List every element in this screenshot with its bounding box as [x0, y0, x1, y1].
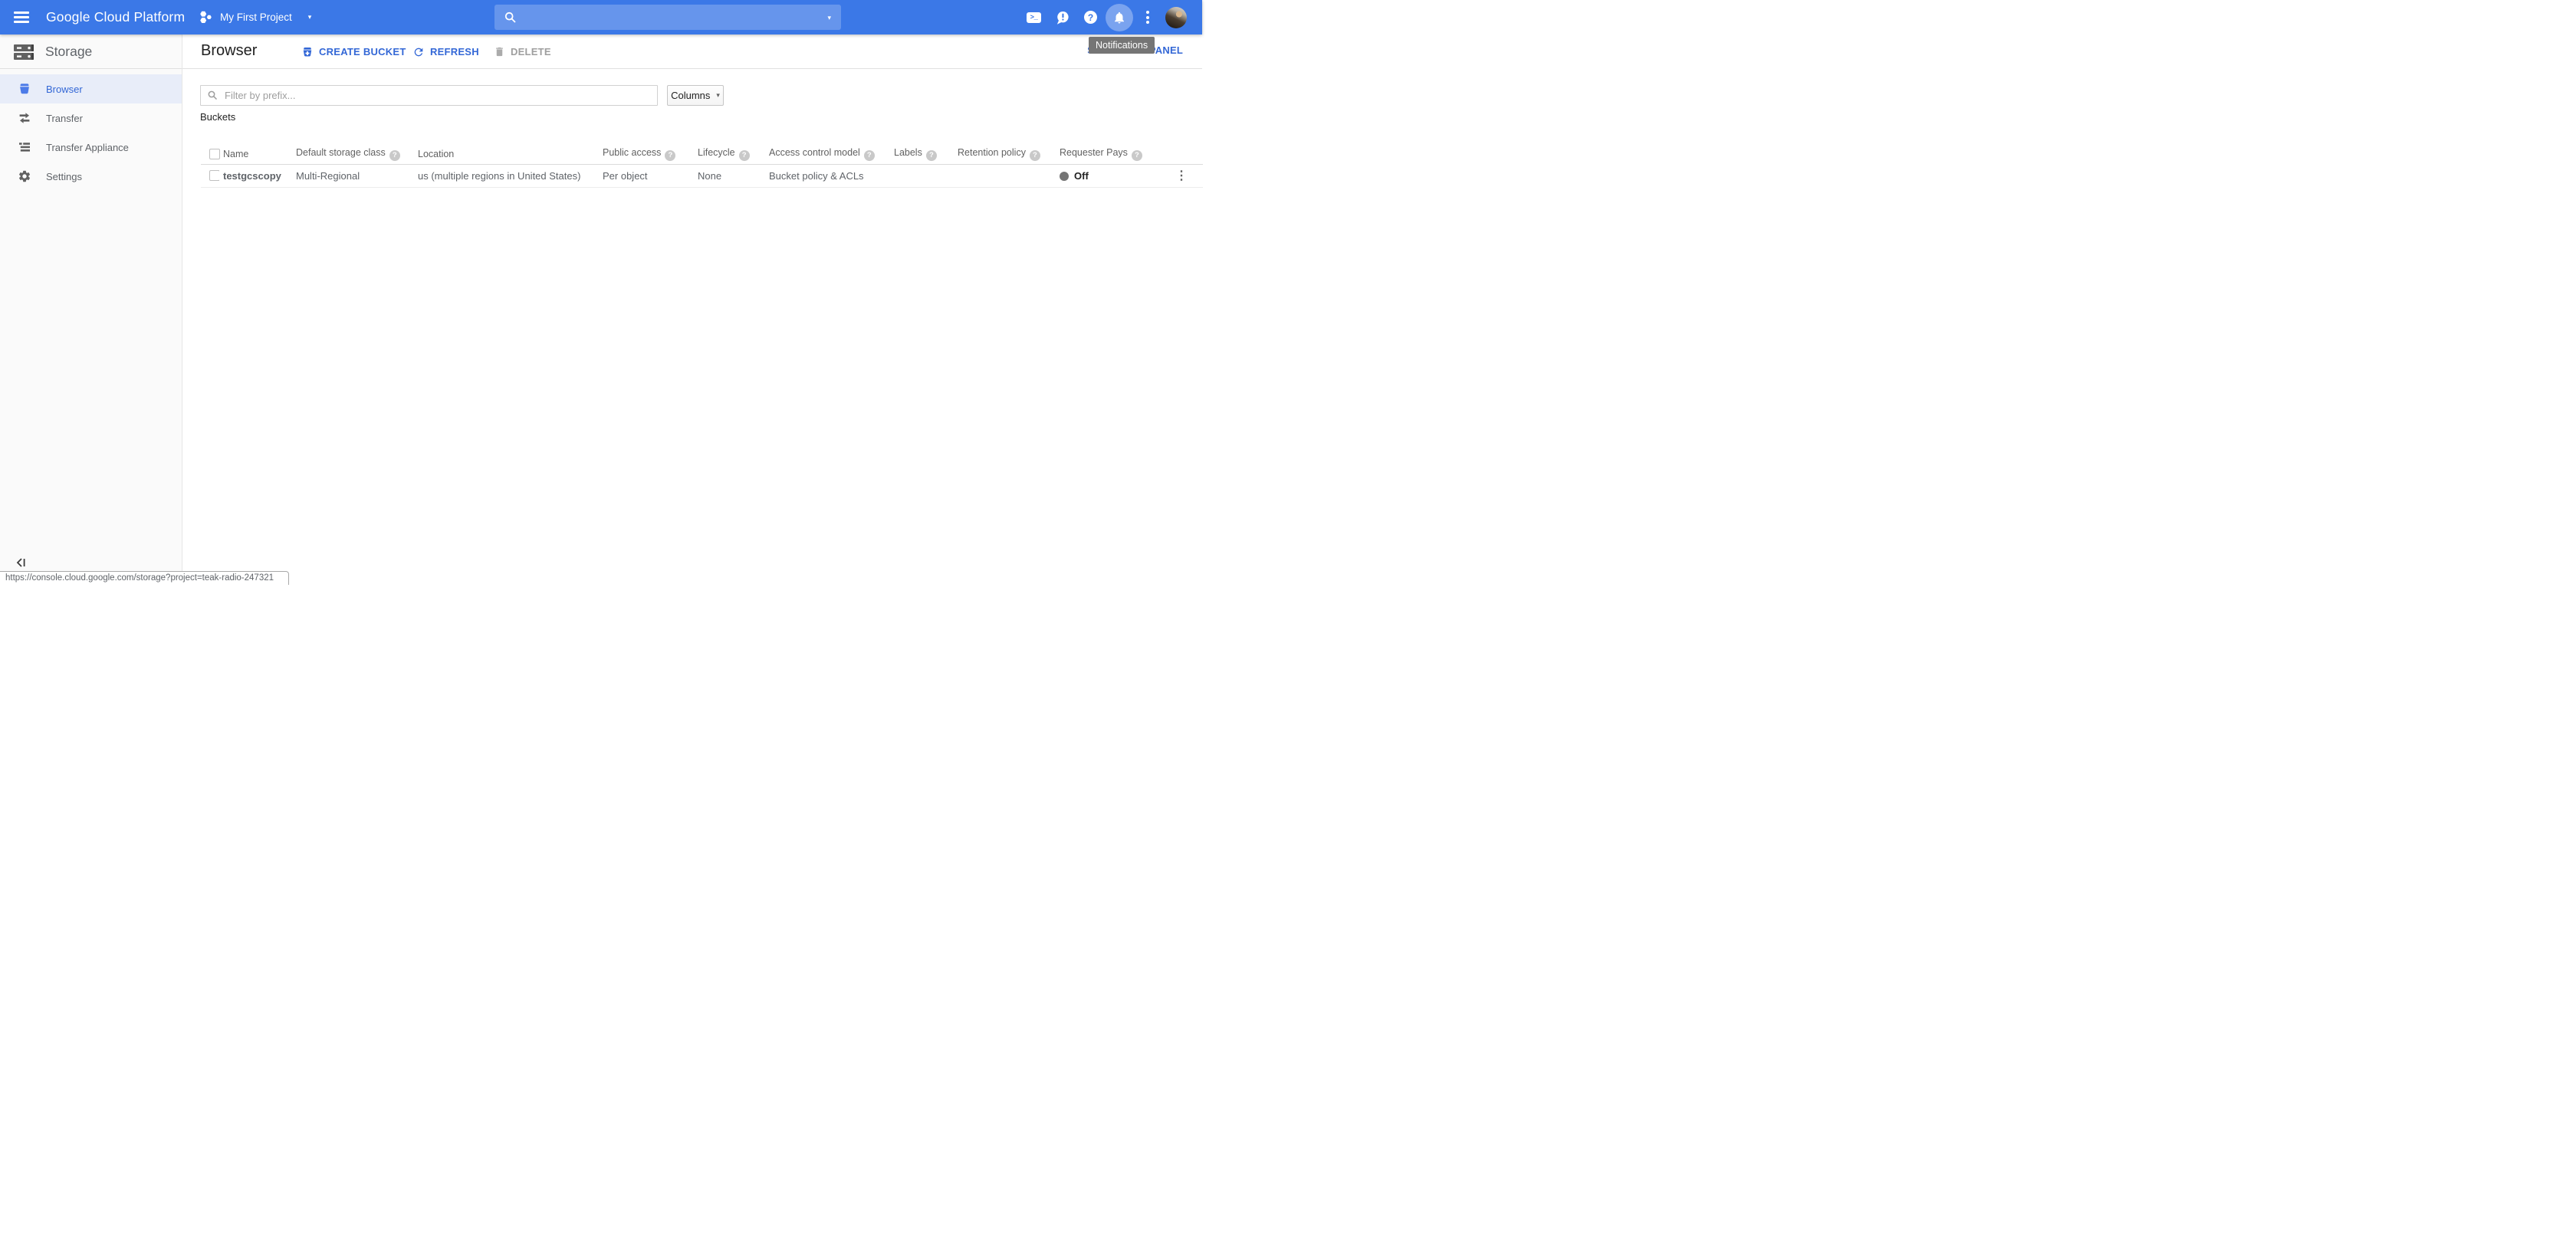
project-hexagons-icon [199, 10, 213, 25]
collapse-sidebar-button[interactable] [15, 556, 28, 573]
help-button[interactable]: ? [1076, 0, 1105, 34]
requester-pays-value: Off [1074, 170, 1089, 182]
column-header-access-control[interactable]: Access control model [769, 147, 860, 158]
cell-retention [954, 164, 1056, 187]
sidebar-product-header: Storage [0, 34, 182, 69]
sidebar-item-label: Transfer [46, 113, 83, 124]
sidebar: Storage Browser Transfer Transfer Ap [0, 34, 182, 585]
select-all-checkbox[interactable] [209, 149, 220, 159]
question-mark-icon: ? [1084, 11, 1097, 24]
main-content: Columns ▾ Buckets Name Default storage c… [182, 69, 1202, 585]
column-header-storage-class[interactable]: Default storage class [296, 147, 386, 158]
collapse-chevron-icon [15, 556, 28, 569]
create-bucket-label: CREATE BUCKET [319, 46, 406, 57]
column-header-location[interactable]: Location [418, 149, 454, 159]
storage-product-icon [13, 43, 34, 61]
bell-icon [1112, 11, 1126, 25]
sidebar-item-label: Browser [46, 84, 83, 95]
column-header-lifecycle[interactable]: Lifecycle [698, 147, 735, 158]
column-header-retention[interactable]: Retention policy [958, 147, 1026, 158]
page-title: Browser [201, 42, 257, 60]
sidebar-nav: Browser Transfer Transfer Appliance Sett… [0, 69, 182, 191]
cell-storage-class: Multi-Regional [292, 164, 414, 187]
refresh-icon [412, 46, 425, 58]
columns-label: Columns [671, 90, 710, 101]
filter-input[interactable] [225, 90, 651, 101]
cell-public-access: Per object [599, 164, 694, 187]
chevron-down-icon: ▾ [308, 14, 312, 21]
cloud-shell-button[interactable]: >_ [1020, 0, 1048, 34]
global-search[interactable]: ▾ [495, 5, 841, 30]
cell-labels [890, 164, 954, 187]
notifications-tooltip: Notifications [1089, 37, 1155, 54]
help-icon[interactable]: ? [926, 150, 937, 161]
status-dot-icon [1060, 172, 1069, 181]
column-header-requester-pays[interactable]: Requester Pays [1060, 147, 1128, 158]
refresh-button[interactable]: REFRESH [412, 34, 479, 69]
avatar [1165, 7, 1187, 28]
project-name: My First Project [220, 11, 292, 23]
create-bucket-button[interactable]: CREATE BUCKET [301, 34, 406, 69]
cell-access-control: Bucket policy & ACLs [765, 164, 890, 187]
gcp-logo: Google Cloud Platform [46, 0, 185, 34]
sidebar-item-label: Settings [46, 171, 82, 182]
terminal-icon: >_ [1027, 12, 1041, 23]
sidebar-item-settings[interactable]: Settings [0, 162, 182, 191]
row-checkbox[interactable] [209, 170, 219, 181]
filter-field[interactable] [200, 85, 658, 106]
transfer-arrows-icon [18, 111, 31, 125]
help-icon[interactable]: ? [1132, 150, 1142, 161]
filter-search-icon [207, 90, 219, 101]
feedback-button[interactable] [1048, 0, 1076, 34]
sidebar-item-transfer-appliance[interactable]: Transfer Appliance [0, 133, 182, 162]
buckets-table: Name Default storage class? Location Pub… [201, 145, 1203, 188]
more-options-button[interactable] [1133, 0, 1162, 34]
product-name: Storage [45, 34, 92, 69]
delete-label: DELETE [511, 46, 551, 57]
appliance-list-icon [18, 140, 31, 154]
chevron-down-icon: ▾ [716, 92, 720, 99]
help-icon[interactable]: ? [1030, 150, 1040, 161]
cell-requester-pays: Off [1056, 164, 1170, 187]
focus-ring [1106, 4, 1133, 31]
cell-location: us (multiple regions in United States) [414, 164, 599, 187]
trash-icon [494, 46, 505, 57]
feedback-bubble-icon [1055, 10, 1070, 25]
help-icon[interactable]: ? [665, 150, 675, 161]
sidebar-item-transfer[interactable]: Transfer [0, 103, 182, 133]
help-icon[interactable]: ? [389, 150, 400, 161]
browser-status-bar: https://console.cloud.google.com/storage… [0, 571, 289, 585]
bucket-name-link[interactable]: testgcscopy [223, 170, 281, 182]
gear-icon [18, 169, 31, 183]
page-header: Browser CREATE BUCKET REFRESH DELETE [182, 34, 1202, 69]
sidebar-item-label: Transfer Appliance [46, 142, 129, 153]
row-menu-button[interactable]: ⋮ [1174, 168, 1189, 183]
topbar-action-icons: >_ ? [1020, 0, 1190, 34]
search-icon [504, 11, 518, 25]
top-app-bar: Google Cloud Platform My First Project ▾… [0, 0, 1202, 34]
account-button[interactable] [1162, 0, 1190, 34]
project-selector[interactable]: My First Project ▾ [199, 0, 311, 34]
table-header-row: Name Default storage class? Location Pub… [201, 145, 1203, 164]
search-input[interactable] [525, 11, 832, 23]
kebab-icon [1146, 8, 1149, 25]
menu-icon[interactable] [14, 11, 29, 23]
cell-lifecycle: None [694, 164, 765, 187]
table-row[interactable]: testgcscopy Multi-Regional us (multiple … [201, 164, 1203, 187]
column-header-labels[interactable]: Labels [894, 147, 922, 158]
bucket-icon [18, 82, 31, 96]
help-icon[interactable]: ? [864, 150, 875, 161]
notifications-button[interactable] [1105, 0, 1133, 34]
bucket-plus-icon [301, 46, 314, 58]
delete-button: DELETE [494, 34, 551, 69]
refresh-label: REFRESH [430, 46, 479, 57]
sidebar-item-browser[interactable]: Browser [0, 74, 182, 103]
help-icon[interactable]: ? [739, 150, 750, 161]
column-header-name[interactable]: Name [223, 149, 248, 159]
search-dropdown-caret-icon[interactable]: ▾ [827, 15, 831, 21]
buckets-section-label: Buckets [200, 111, 235, 123]
columns-dropdown-button[interactable]: Columns ▾ [667, 85, 724, 106]
column-header-public-access[interactable]: Public access [603, 147, 661, 158]
